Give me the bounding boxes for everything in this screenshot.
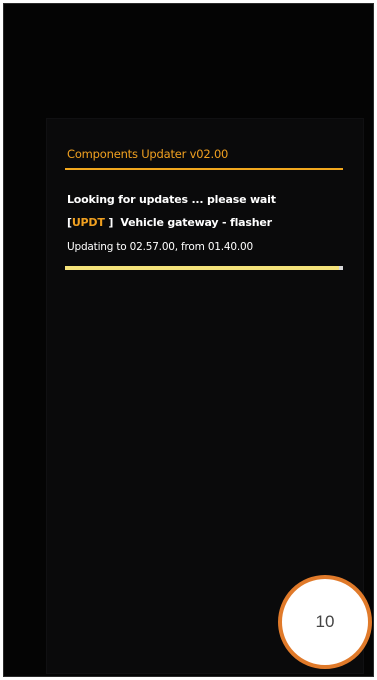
updater-title: Components Updater v02.00 [67, 147, 229, 161]
component-line: [UPDT ] Vehicle gateway - flasher [67, 216, 272, 229]
component-name: Vehicle gateway - flasher [120, 216, 272, 229]
progress-fill [65, 266, 340, 270]
title-divider [65, 168, 343, 170]
version-info: Updating to 02.57.00, from 01.40.00 [67, 241, 253, 253]
tag-close-bracket: ] [108, 216, 114, 229]
status-message: Looking for updates ... please wait [67, 193, 276, 206]
update-progress-bar [65, 266, 343, 270]
update-tag: UPDT [71, 216, 105, 229]
page-number: 10 [315, 612, 335, 631]
progress-end-marker [339, 266, 343, 270]
page-number-badge: 10 [278, 575, 372, 669]
